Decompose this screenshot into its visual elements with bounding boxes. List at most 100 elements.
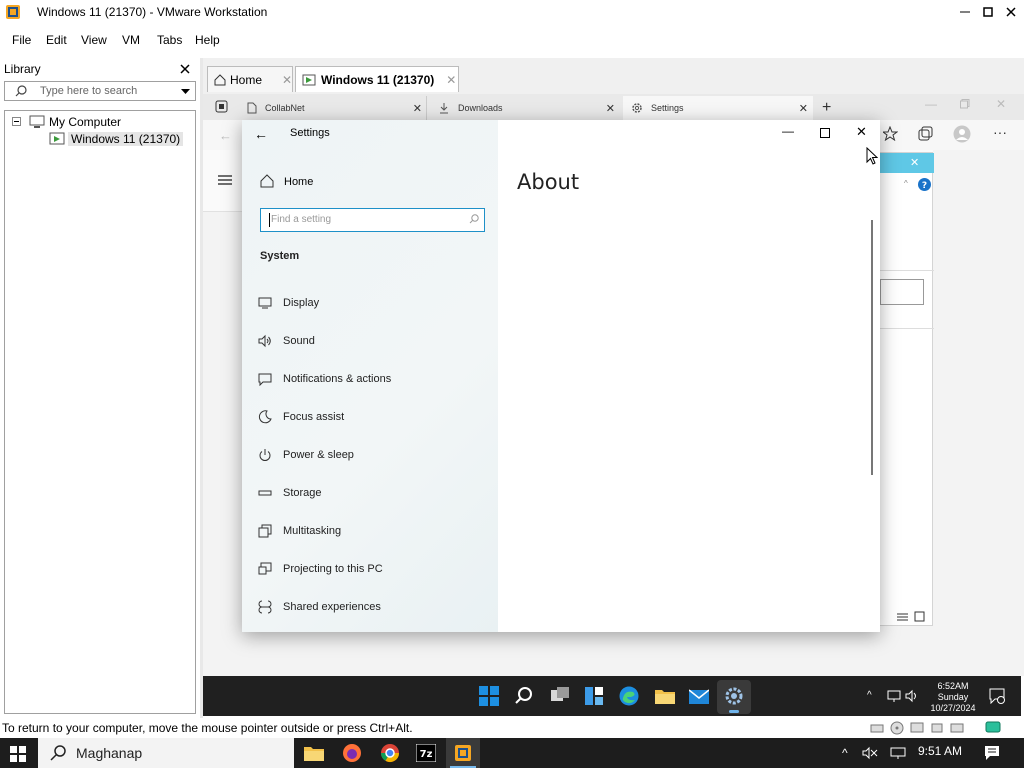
tree-item-my-computer[interactable]: My Computer	[49, 115, 121, 129]
background-dialog-input[interactable]	[880, 279, 924, 305]
file-explorer-icon[interactable]	[304, 744, 324, 762]
page-icon	[247, 102, 257, 114]
edge-browser-icon[interactable]	[619, 686, 639, 706]
profile-avatar-icon[interactable]	[953, 125, 971, 143]
browser-tab-collabnet[interactable]: CollabNet ✕	[247, 96, 427, 120]
notifications-icon[interactable]	[984, 745, 1000, 761]
settings-search-placeholder: Find a setting	[271, 214, 332, 225]
settings-nav-storage[interactable]: Storage	[258, 482, 322, 504]
library-search-input[interactable]: Type here to search	[4, 81, 196, 101]
favorites-icon[interactable]	[883, 126, 898, 141]
network-icon[interactable]	[887, 689, 901, 703]
tile-view-icon[interactable]	[914, 611, 925, 622]
browser-minimize-icon[interactable]: —	[925, 97, 937, 111]
browser-tab-actions-icon[interactable]	[215, 100, 228, 113]
network-icon[interactable]	[890, 746, 906, 760]
vmware-taskbar-button[interactable]	[446, 738, 480, 768]
display-icon	[258, 296, 272, 310]
guest-clock[interactable]: 6:52AM Sunday 10/27/2024	[925, 681, 981, 714]
windows-start-icon[interactable]	[479, 686, 499, 706]
collections-icon[interactable]	[918, 126, 933, 141]
settings-scrollbar[interactable]	[871, 220, 873, 475]
settings-maximize-icon[interactable]	[820, 128, 830, 138]
settings-close-icon[interactable]: ✕	[856, 124, 867, 140]
settings-section-title: System	[260, 250, 300, 262]
browser-restore-icon[interactable]	[960, 99, 970, 109]
chevron-up-icon[interactable]: ^	[842, 746, 848, 760]
usb-icon[interactable]	[930, 721, 944, 735]
close-button[interactable]	[997, 0, 1024, 24]
settings-nav-multitasking[interactable]: Multitasking	[258, 520, 341, 542]
background-dialog-close-icon[interactable]: ✕	[910, 156, 919, 169]
hamburger-menu-icon[interactable]	[218, 174, 232, 186]
search-icon[interactable]	[514, 686, 534, 706]
settings-nav-focus-assist[interactable]: Focus assist	[258, 406, 344, 428]
menu-bar: File Edit View VM Tabs Help	[0, 28, 1024, 52]
windows-start-icon[interactable]	[10, 746, 26, 762]
message-icon[interactable]	[985, 721, 1001, 735]
file-explorer-icon[interactable]	[655, 687, 675, 705]
settings-back-icon[interactable]: ←	[254, 126, 268, 142]
browser-tab-collabnet-close-icon[interactable]: ✕	[413, 102, 422, 115]
tab-windows-11-close-icon[interactable]: ✕	[446, 73, 456, 87]
browser-close-icon[interactable]: ✕	[996, 97, 1006, 111]
chevron-up-icon[interactable]: ^	[867, 690, 872, 701]
settings-nav-power-sleep[interactable]: Power & sleep	[258, 444, 354, 466]
help-icon[interactable]: ?	[918, 178, 931, 191]
settings-title: Settings	[290, 127, 330, 139]
menu-edit[interactable]: Edit	[46, 33, 67, 47]
focus-assist-icon	[258, 410, 272, 424]
menu-help[interactable]: Help	[195, 33, 220, 47]
sound-card-icon[interactable]	[950, 721, 964, 735]
cd-drive-icon[interactable]	[890, 721, 904, 735]
browser-tab-downloads-close-icon[interactable]: ✕	[606, 102, 615, 115]
menu-vm[interactable]: VM	[122, 33, 140, 47]
chrome-icon[interactable]	[380, 743, 400, 763]
host-clock[interactable]: 9:51 AM	[918, 744, 962, 758]
action-center-icon[interactable]	[989, 688, 1005, 704]
browser-tab-strip: CollabNet ✕ Downloads ✕ Settings ✕ + — ✕	[203, 94, 1024, 120]
tree-item-windows-11[interactable]: Windows 11 (21370)	[68, 132, 184, 146]
browser-tab-downloads[interactable]: Downloads ✕	[439, 96, 619, 120]
firefox-icon[interactable]	[342, 743, 362, 763]
settings-nav-notifications[interactable]: Notifications & actions	[258, 368, 391, 390]
7zip-icon[interactable]: 7z	[416, 744, 436, 762]
menu-tabs[interactable]: Tabs	[157, 33, 182, 47]
tab-windows-11[interactable]: Windows 11 (21370) ✕	[295, 66, 459, 92]
guest-clock-time: 6:52AM	[937, 681, 969, 691]
task-view-icon[interactable]	[551, 687, 569, 705]
collapse-toggle-icon[interactable]	[12, 117, 21, 126]
mail-icon[interactable]	[689, 687, 709, 705]
settings-nav-projecting[interactable]: Projecting to this PC	[258, 558, 383, 580]
volume-muted-icon[interactable]	[862, 746, 878, 760]
gear-icon	[725, 687, 743, 705]
new-tab-icon[interactable]: +	[822, 99, 831, 117]
volume-icon[interactable]	[905, 689, 919, 703]
network-adapter-icon[interactable]	[910, 721, 924, 735]
tab-home-close-icon[interactable]: ✕	[282, 73, 292, 87]
multitasking-icon	[258, 524, 272, 538]
tab-home[interactable]: Home ✕	[207, 66, 293, 92]
browser-back-icon[interactable]: ←	[219, 128, 232, 143]
browser-tab-settings-close-icon[interactable]: ✕	[799, 102, 808, 115]
library-close-icon[interactable]	[180, 64, 190, 74]
sound-icon	[258, 334, 272, 348]
widgets-icon[interactable]	[585, 687, 603, 705]
browser-tab-settings[interactable]: Settings ✕	[623, 96, 813, 120]
chevron-down-icon[interactable]	[181, 89, 190, 95]
hard-disk-icon[interactable]	[870, 721, 884, 735]
settings-minimize-icon[interactable]: —	[782, 124, 794, 138]
list-view-icon[interactable]	[897, 612, 908, 622]
settings-search-input[interactable]: Find a setting	[260, 208, 485, 232]
settings-taskbar-button[interactable]	[717, 680, 751, 714]
menu-file[interactable]: File	[12, 33, 31, 47]
gear-icon	[631, 102, 643, 114]
menu-view[interactable]: View	[81, 33, 107, 47]
host-search-box[interactable]: Maghanap	[38, 738, 294, 768]
more-options-icon[interactable]: ···	[993, 124, 1007, 140]
svg-text:7z: 7z	[420, 749, 433, 760]
settings-nav-display[interactable]: Display	[258, 292, 319, 314]
settings-nav-home[interactable]: Home	[284, 176, 313, 188]
settings-nav-sound[interactable]: Sound	[258, 330, 315, 352]
settings-nav-shared-experiences[interactable]: Shared experiences	[258, 596, 381, 618]
